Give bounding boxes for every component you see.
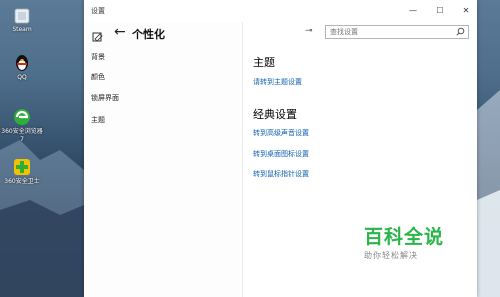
minimize-button[interactable]: —: [406, 4, 420, 18]
watermark-title: 百科全说: [364, 226, 445, 248]
nav-item-background[interactable]: 背景: [91, 52, 105, 62]
maximize-button[interactable]: ☐: [433, 4, 447, 18]
desktop-icon-label: 360安全浏览器7: [1, 128, 43, 143]
desktop-icon-label: QQ: [17, 74, 27, 81]
section-title-themes: 主题: [253, 56, 275, 69]
link-desktop-icon-settings[interactable]: 转到桌面图标设置: [253, 149, 309, 159]
desktop-icon-steam[interactable]: Steam: [0, 8, 44, 34]
window-titlebar[interactable]: 设置 — ☐ ✕: [84, 0, 477, 22]
link-go-to-theme-settings[interactable]: 请转到主题设置: [253, 77, 302, 87]
steam-icon: [14, 8, 30, 24]
desktop-icon-column: Steam QQ 360安全浏览器7 360安全卫士: [0, 0, 44, 297]
back-arrow-icon[interactable]: ←: [114, 24, 126, 40]
desktop-icon-qq[interactable]: QQ: [0, 54, 44, 82]
nav-item-lock-screen[interactable]: 锁屏界面: [91, 93, 119, 103]
search-icon[interactable]: [456, 27, 465, 36]
360-safe-guard-icon: [14, 159, 30, 175]
desktop-icon-360-safe[interactable]: 360安全卫士: [0, 158, 44, 186]
qq-penguin-icon: [16, 55, 28, 71]
nav-item-themes[interactable]: 主题: [91, 115, 105, 125]
desktop-icon-label: Steam: [12, 26, 32, 33]
watermark: 百科全说 助你轻松解决: [364, 226, 464, 261]
watermark-subtitle: 助你轻松解决: [364, 251, 418, 260]
360-browser-icon: [14, 109, 30, 125]
desktop-icon-label: 360安全卫士: [4, 178, 40, 185]
link-advanced-sound-settings[interactable]: 转到高级声音设置: [253, 128, 309, 138]
link-mouse-pointer-settings[interactable]: 转到鼠标指针设置: [253, 169, 309, 179]
section-title-classic-settings: 经典设置: [253, 108, 297, 121]
search-input[interactable]: [330, 27, 448, 37]
window-title: 设置: [91, 7, 105, 15]
home-icon[interactable]: [92, 27, 103, 46]
desktop-icon-360-browser[interactable]: 360安全浏览器7: [0, 108, 44, 144]
page-title: 个性化: [132, 28, 165, 41]
close-button[interactable]: ✕: [459, 4, 473, 18]
navigation-pane: ← 个性化 背景 颜色 锁屏界面 主题: [84, 22, 243, 297]
home-glyph-icon: [92, 32, 103, 42]
search-box[interactable]: [325, 25, 469, 39]
nav-header: ← 个性化: [84, 22, 242, 44]
nav-item-colors[interactable]: 颜色: [91, 72, 105, 82]
pin-icon[interactable]: ⊸: [305, 26, 313, 36]
